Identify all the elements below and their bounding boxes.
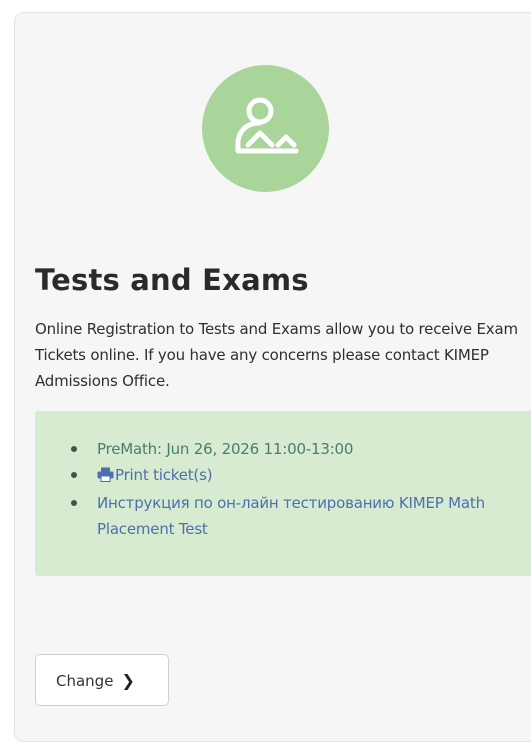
printer-icon (97, 464, 114, 490)
bullet-icon (71, 472, 77, 478)
exam-info-list: PreMath: Jun 26, 2026 11:00-13:00 Print … (35, 436, 531, 542)
change-button-label: Change (56, 671, 114, 690)
print-ticket-label: Print ticket(s) (115, 466, 213, 484)
list-item-print-ticket: Print ticket(s) (35, 462, 531, 490)
change-button[interactable]: Change ❯ (35, 654, 169, 706)
chevron-right-icon: ❯ (121, 670, 135, 690)
list-item-instructions: Инструкция по он-лайн тестированию KIMEP… (35, 490, 531, 542)
bullet-icon (71, 500, 77, 506)
patient-bed-icon (202, 65, 329, 192)
print-ticket-link[interactable]: Print ticket(s) (97, 466, 213, 484)
tests-exams-card: Tests and Exams Online Registration to T… (14, 12, 531, 742)
exam-info-box: PreMath: Jun 26, 2026 11:00-13:00 Print … (35, 411, 531, 576)
bullet-icon (71, 446, 77, 452)
exam-schedule-text: PreMath: Jun 26, 2026 11:00-13:00 (97, 440, 354, 458)
card-title: Tests and Exams (35, 263, 309, 297)
list-item-exam-schedule: PreMath: Jun 26, 2026 11:00-13:00 (35, 436, 531, 462)
card-description: Online Registration to Tests and Exams a… (35, 320, 518, 390)
instructions-link[interactable]: Инструкция по он-лайн тестированию KIMEP… (97, 494, 485, 538)
